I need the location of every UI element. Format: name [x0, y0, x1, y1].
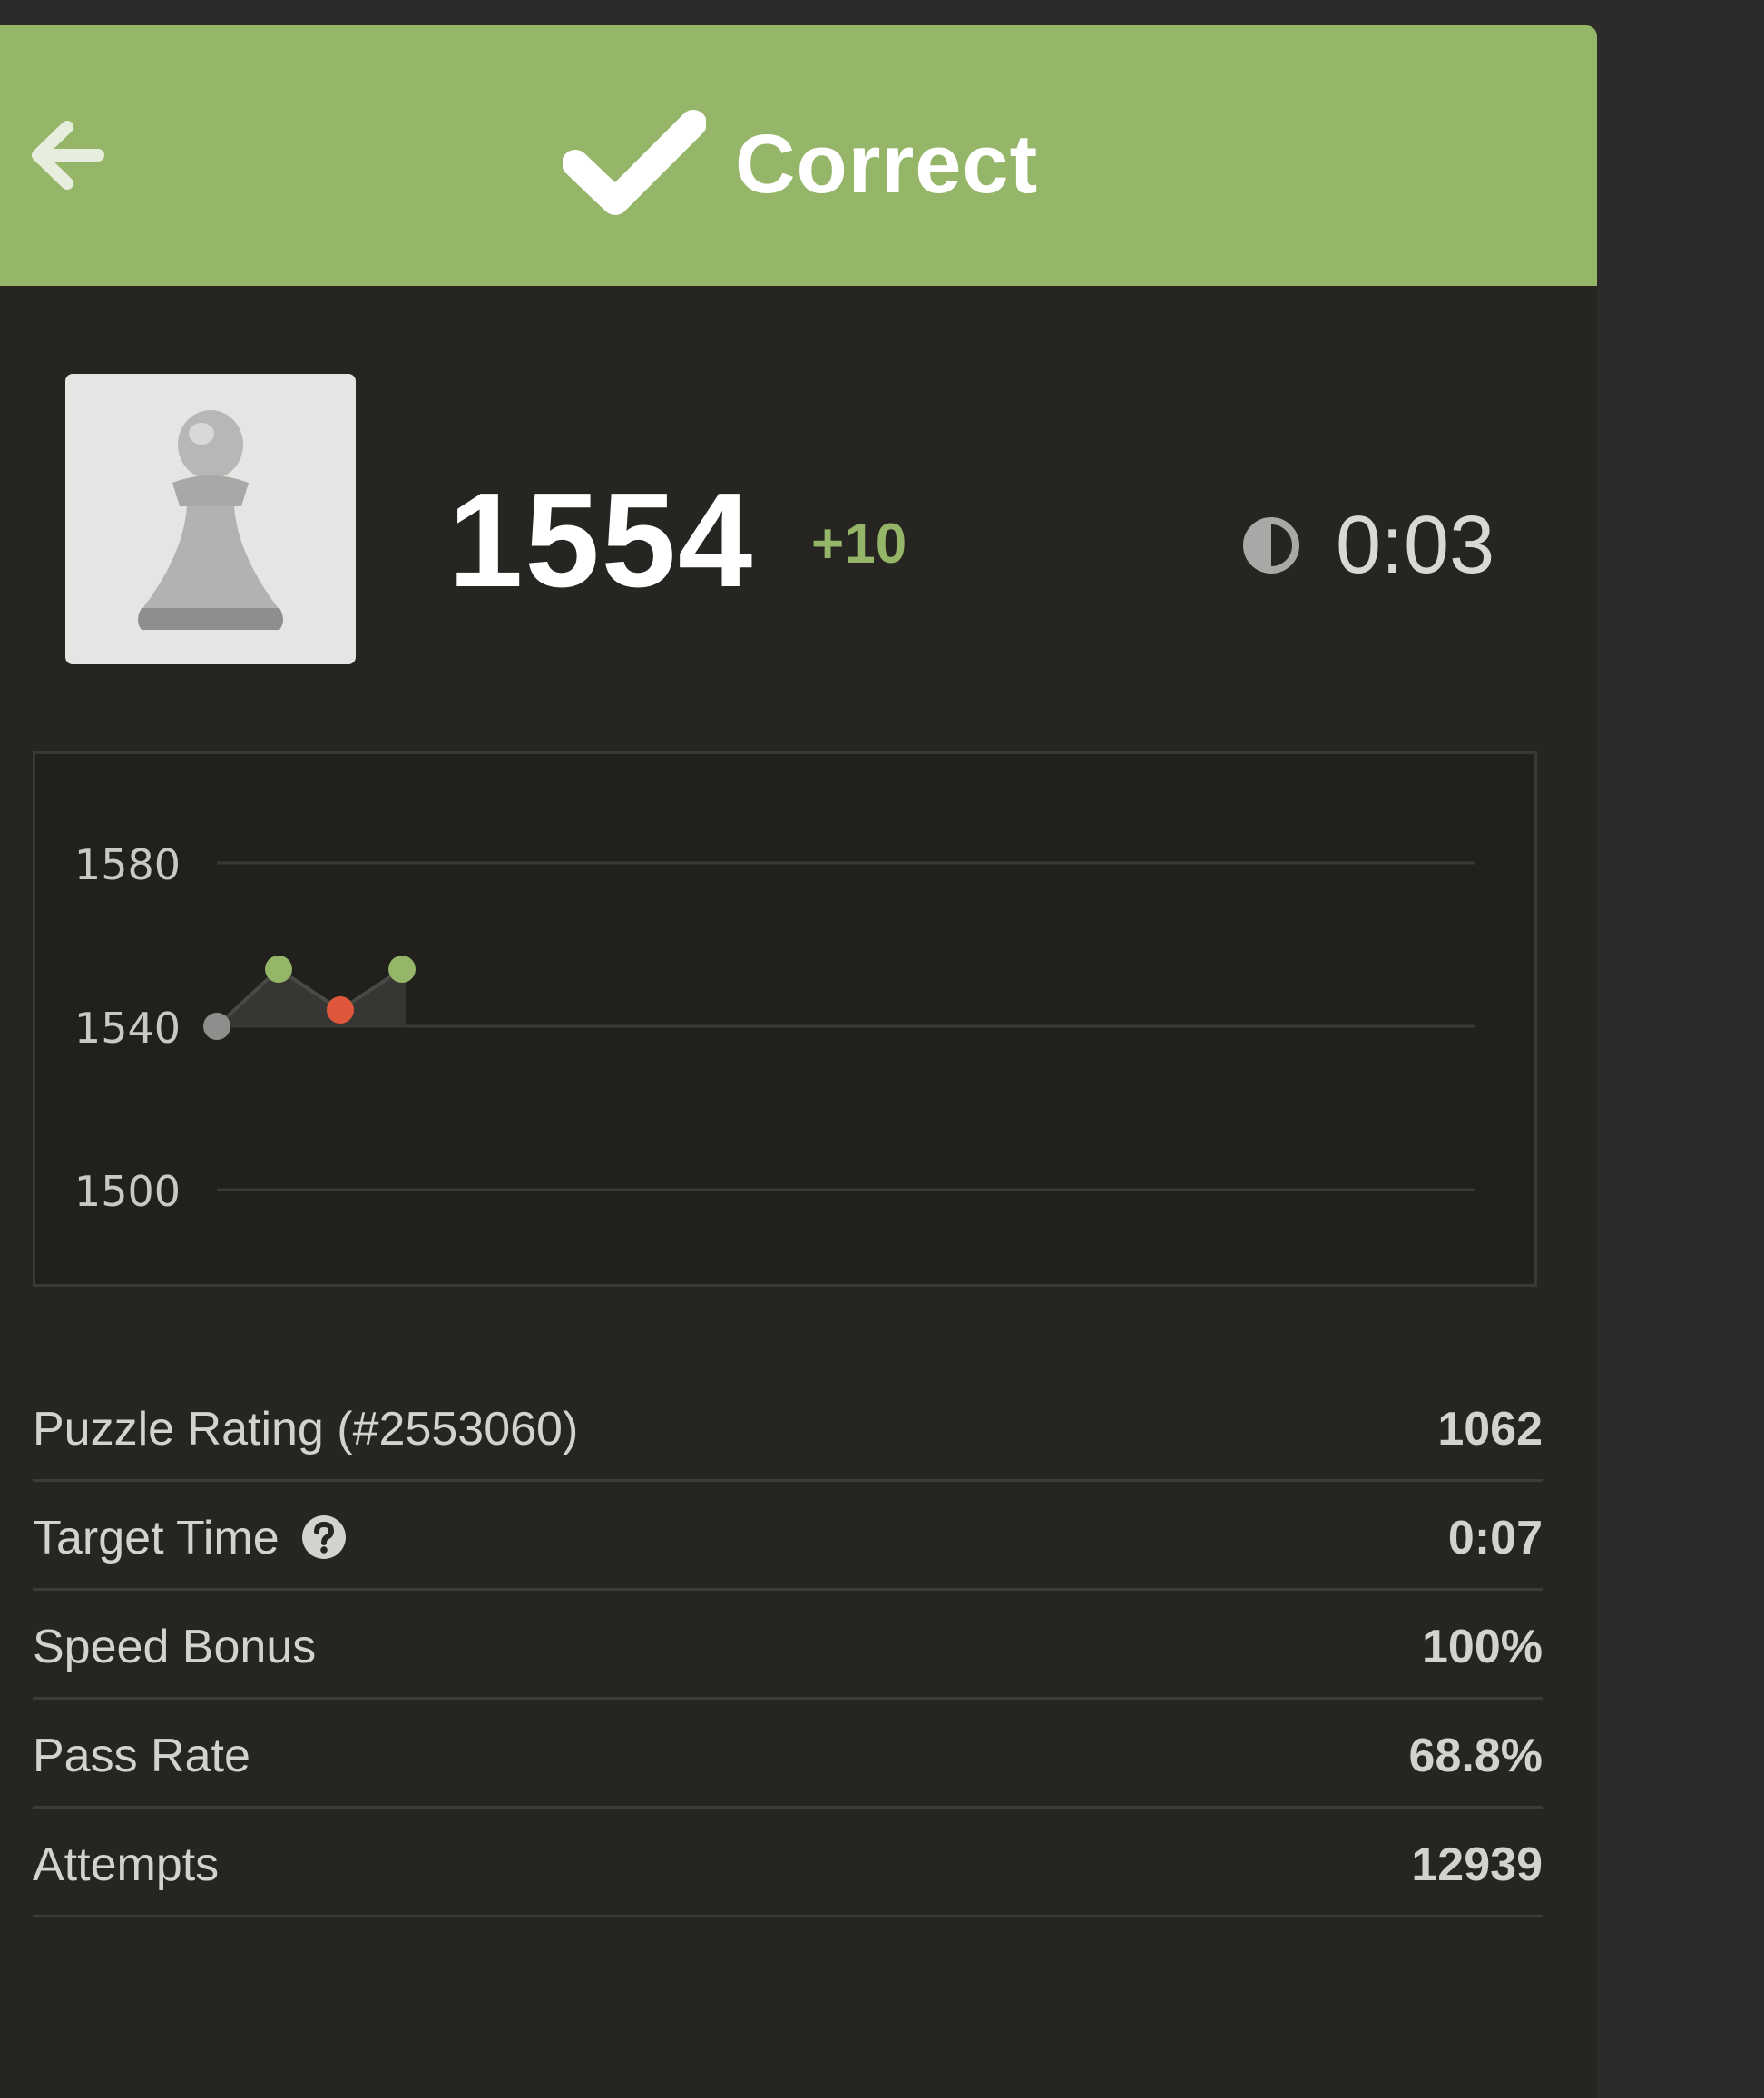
stat-row-speed-bonus: Speed Bonus 100% — [33, 1593, 1543, 1700]
stat-label-target-time: Target Time — [33, 1510, 347, 1566]
stat-row-target-time: Target Time 0:07 — [33, 1485, 1543, 1591]
stat-value: 0:07 — [1447, 1512, 1543, 1564]
back-button[interactable] — [27, 116, 105, 194]
data-point-win — [388, 956, 416, 983]
stat-value: 1062 — [1437, 1403, 1543, 1456]
data-point-loss — [327, 996, 354, 1024]
rating-chart: 1580 1540 1500 — [33, 751, 1537, 1287]
stat-row-pass-rate: Pass Rate 68.8% — [33, 1702, 1543, 1809]
stat-label: Attempts — [33, 1838, 220, 1891]
pawn-icon — [138, 410, 283, 630]
checkmark-icon — [563, 110, 706, 215]
y-tick-label: 1580 — [74, 840, 181, 889]
rating-chart-svg: 1580 1540 1500 — [74, 840, 1475, 1216]
stat-label: Pass Rate — [33, 1730, 250, 1782]
y-tick-label: 1500 — [74, 1167, 181, 1216]
stat-value: 100% — [1422, 1621, 1543, 1673]
stat-label: Speed Bonus — [33, 1621, 317, 1673]
stat-label: Puzzle Rating (#2553060) — [33, 1403, 579, 1456]
avatar[interactable] — [65, 374, 356, 664]
half-circle-clock-icon — [1243, 517, 1299, 574]
puzzle-stats: Puzzle Rating (#2553060) 1062 Target Tim… — [33, 1376, 1543, 1917]
y-tick-label: 1540 — [74, 1004, 181, 1053]
arrow-left-icon — [32, 121, 104, 190]
stat-value: 12939 — [1411, 1838, 1543, 1891]
rating-change: +10 — [811, 513, 907, 575]
player-rating: 1554 — [448, 466, 755, 615]
data-point-win — [265, 956, 292, 983]
stat-row-puzzle-rating: Puzzle Rating (#2553060) 1062 — [33, 1376, 1543, 1482]
stat-value: 68.8% — [1408, 1730, 1543, 1782]
stat-label-text: Target Time — [33, 1512, 279, 1564]
result-header: Correct — [0, 25, 1597, 286]
solve-time: 0:03 — [1336, 500, 1495, 591]
result-title: Correct — [735, 118, 1039, 211]
data-point-start — [203, 1013, 230, 1040]
stat-row-attempts: Attempts 12939 — [33, 1811, 1543, 1917]
puzzle-result-panel: Correct 1554 +10 0:03 1580 1540 1500 Puzzl… — [0, 25, 1597, 2098]
question-circle-icon[interactable] — [301, 1515, 347, 1560]
